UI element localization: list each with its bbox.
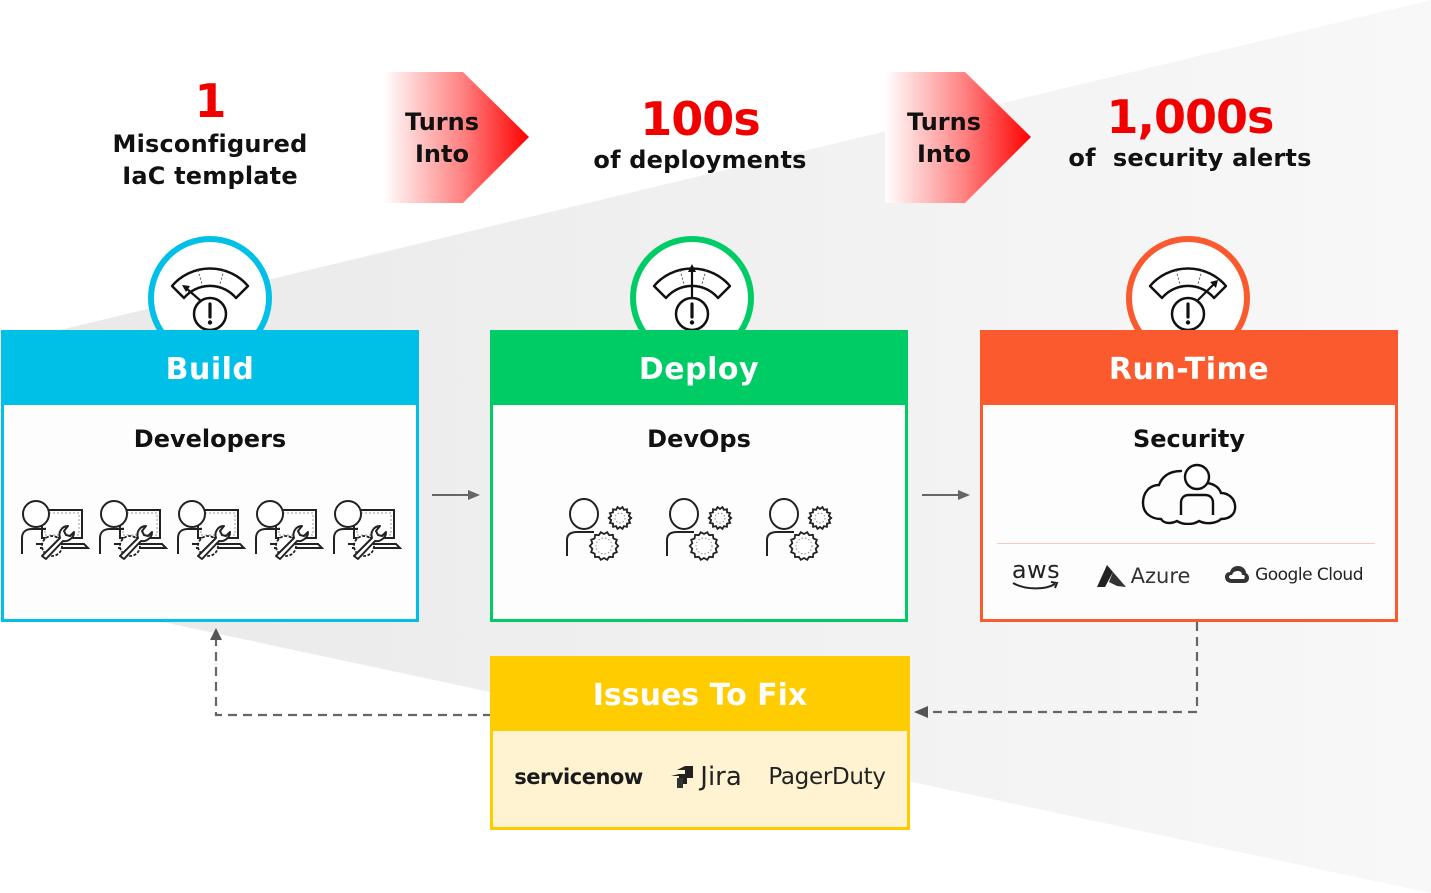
flow-arrow-deploy-to-runtime [922,490,970,500]
stage-runtime: Run-Time Security aws Azure Google Cloud [980,330,1398,622]
servicenow-logo: servicenow [514,765,643,789]
azure-icon [1096,565,1126,587]
devops-icons [493,498,905,562]
azure-label: Azure [1130,564,1191,588]
headline-caption-line: IaC template [122,162,298,190]
headline-deployments: 100s of deployments [560,96,840,176]
turns-label: Turns [404,107,480,136]
alert-gauge-high-icon [1148,267,1228,332]
stage-role: DevOps [647,425,751,453]
cloud-divider [997,543,1375,544]
aws-label: aws [1011,556,1061,584]
headline-figure: 1,000s [1106,90,1275,144]
headline-caption-line: Misconfigured [112,130,308,158]
alert-gauge-low-icon [170,267,250,332]
feedback-arrow-issues-to-build [210,628,492,717]
stage-title: Run-Time [1108,351,1270,387]
headline-figure: 100s [640,92,760,146]
developer-wrench-laptop-icon [255,500,324,560]
jira-icon [671,766,694,788]
headline-caption-line: of deployments [593,146,807,174]
jira-label: Jira [700,762,742,792]
headline-caption-line: of security alerts [1068,144,1312,172]
google-cloud-icon [1225,566,1250,583]
jira-logo: Jira [669,762,742,792]
stage-deploy: Deploy DevOps [490,330,908,622]
devops-person-gears-icon [766,498,833,561]
headline-misconfigured: 1 Misconfigured IaC template [70,78,350,192]
into-label: Into [917,139,971,168]
stage-header: Deploy [493,333,905,405]
issues-title: Issues To Fix [592,677,808,713]
stage-role: Security [1132,425,1246,453]
headline-figure: 1 [194,74,226,128]
alert-gauge-medium-icon [652,264,732,332]
developer-wrench-laptop-icon [99,500,168,560]
aws-smile-icon [1012,581,1059,590]
cloud-person-icon [1141,463,1237,525]
developer-wrench-laptop-icon [177,500,246,560]
cloud-provider-logos: aws Azure Google Cloud [983,556,1395,591]
stage-header: Run-Time [983,333,1395,405]
turns-into-arrow: Turns Into [383,72,529,203]
issues-to-fix-panel: Issues To Fix servicenow Jira PagerDuty [490,656,910,830]
developer-wrench-laptop-icon [333,500,402,560]
developer-icons [4,498,416,562]
security-icons [983,463,1395,525]
feedback-arrow-runtime-to-issues [914,622,1199,718]
headline-security-alerts: 1,000s of security alerts [1040,94,1340,174]
turns-into-arrow: Turns Into [885,72,1031,203]
devops-person-gears-icon [666,498,733,561]
google-cloud-logo: Google Cloud [1224,565,1363,585]
azure-logo: Azure [1095,564,1191,588]
google-cloud-label: Google Cloud [1255,565,1363,585]
developer-wrench-laptop-icon [21,500,90,560]
issues-header: Issues To Fix [493,659,907,731]
flow-arrow-build-to-deploy [432,490,480,500]
devops-person-gears-icon [566,498,633,561]
turns-label: Turns [906,107,982,136]
stage-title: Build [165,351,255,387]
pagerduty-logo: PagerDuty [768,764,886,790]
stage-header: Build [4,333,416,405]
into-label: Into [415,139,469,168]
ticketing-tools: servicenow Jira PagerDuty [493,731,907,823]
stage-title: Deploy [638,351,760,387]
aws-logo: aws [1011,556,1061,591]
stage-role: Developers [133,425,287,453]
stage-build: Build Developers [1,330,419,622]
